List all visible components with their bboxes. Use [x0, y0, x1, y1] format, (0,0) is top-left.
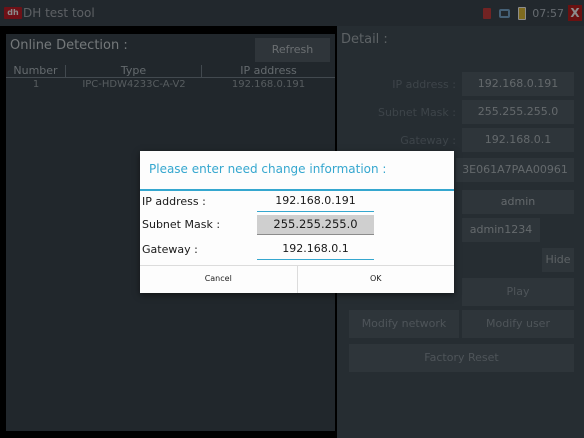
dialog-mask-label: Subnet Mask :: [142, 218, 221, 231]
ip-address-input[interactable]: 192.168.0.191: [257, 192, 374, 212]
change-info-dialog: Please enter need change information : I…: [140, 151, 454, 293]
subnet-mask-input[interactable]: 255.255.255.0: [257, 215, 374, 235]
dialog-divider: [140, 189, 454, 191]
dialog-title: Please enter need change information :: [149, 162, 387, 176]
gateway-input[interactable]: 192.168.0.1: [257, 240, 374, 260]
ok-button[interactable]: OK: [298, 266, 455, 293]
dialog-gateway-label: Gateway :: [142, 243, 198, 256]
dialog-ip-label: IP address :: [142, 195, 206, 208]
dialog-ip-row: IP address : 192.168.0.191: [140, 192, 454, 213]
dialog-gateway-row: Gateway : 192.168.0.1: [140, 240, 454, 261]
cancel-button[interactable]: Cancel: [140, 266, 298, 293]
dialog-buttons: Cancel OK: [140, 265, 454, 293]
dialog-mask-row: Subnet Mask : 255.255.255.0: [140, 215, 454, 236]
